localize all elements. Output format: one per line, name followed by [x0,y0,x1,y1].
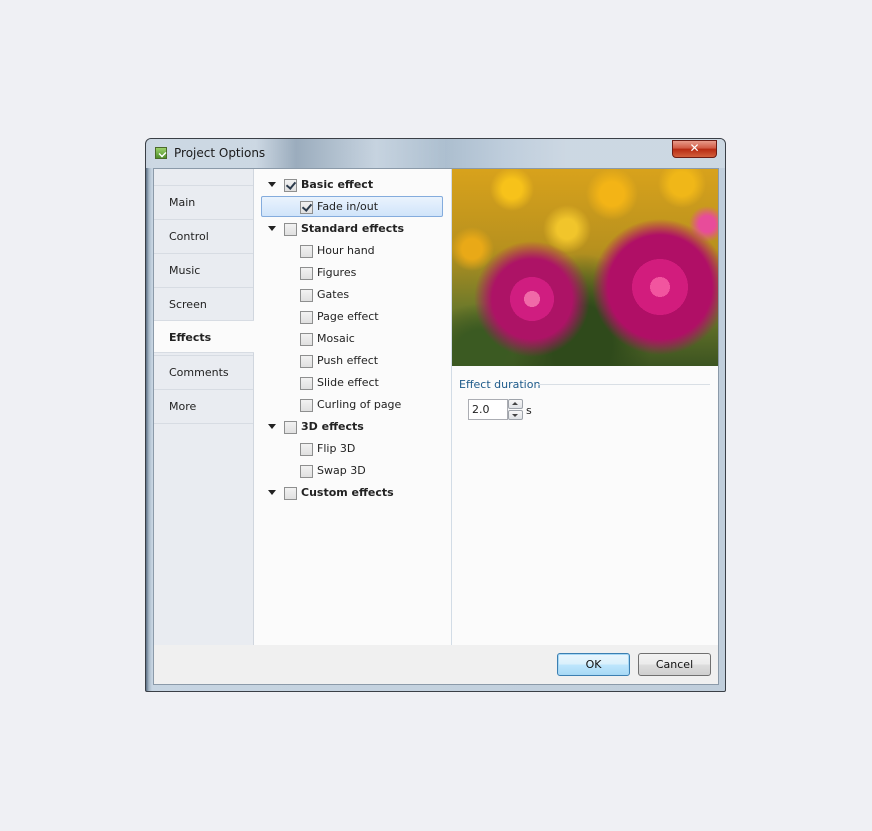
checkbox-flip-3d[interactable] [300,443,313,456]
tree-label: Fade in/out [317,200,379,213]
tree-row-standard-effects: Standard effects [254,218,451,240]
effect-duration-label: Effect duration [459,378,541,391]
ok-button[interactable]: OK [557,653,630,676]
cancel-button[interactable]: Cancel [638,653,711,676]
sidebar-item-screen[interactable]: Screen [154,287,253,320]
dialog-client-area: Main Control Music Screen Effects Commen… [153,168,719,685]
effect-duration-stepper[interactable] [508,399,523,420]
checkbox-fade-in-out[interactable] [300,201,313,214]
expander-arrow-icon[interactable] [268,490,276,495]
expander-arrow-icon[interactable] [268,424,276,429]
tree-label: Basic effect [301,178,374,191]
tree-row-page-effect[interactable]: Page effect [254,306,451,328]
close-button[interactable]: ✕ [672,140,717,158]
project-options-window: Project Options ✕ Main Control Music Scr… [145,138,726,692]
checkbox-3d-effects[interactable] [284,421,297,434]
tree-row-push-effect[interactable]: Push effect [254,350,451,372]
tree-row-basic-effect: Basic effect [254,174,451,196]
sidebar-item-effects[interactable]: Effects [154,320,254,353]
title-bar[interactable]: Project Options ✕ [146,139,725,168]
sidebar-item-main[interactable]: Main [154,185,253,218]
tree-row-3d-effects: 3D effects [254,416,451,438]
tree-row-custom-effects: Custom effects [254,482,451,504]
options-sidebar: Main Control Music Screen Effects Commen… [154,169,254,645]
effect-duration-field[interactable] [468,399,510,420]
tree-row-mosaic[interactable]: Mosaic [254,328,451,350]
checkbox-figures[interactable] [300,267,313,280]
tree-label: Custom effects [301,486,394,499]
checkbox-hour-hand[interactable] [300,245,313,258]
tree-label: 3D effects [301,420,364,433]
checkbox-basic-effect[interactable] [284,179,297,192]
checkbox-standard-effects[interactable] [284,223,297,236]
effect-preview-image [452,169,718,366]
checkbox-slide-effect[interactable] [300,377,313,390]
sidebar-item-music[interactable]: Music [154,253,253,286]
checkbox-swap-3d[interactable] [300,465,313,478]
effect-duration-input[interactable] [470,401,510,418]
group-divider [538,384,710,385]
tree-label: Flip 3D [317,442,356,455]
duration-unit-label: s [526,404,532,417]
tree-row-gates[interactable]: Gates [254,284,451,306]
checkbox-gates[interactable] [300,289,313,302]
checkbox-page-effect[interactable] [300,311,313,324]
window-title: Project Options [174,146,266,160]
sidebar-item-more[interactable]: More [154,389,253,422]
checkbox-custom-effects[interactable] [284,487,297,500]
sidebar-divider [154,423,253,424]
expander-arrow-icon[interactable] [268,182,276,187]
effect-settings-pane: Effect duration s [452,169,718,645]
tree-label: Hour hand [317,244,375,257]
checkbox-push-effect[interactable] [300,355,313,368]
tree-label: Mosaic [317,332,355,345]
checkbox-mosaic[interactable] [300,333,313,346]
tree-row-figures[interactable]: Figures [254,262,451,284]
dialog-footer: OK Cancel [154,645,718,684]
tree-row-slide-effect[interactable]: Slide effect [254,372,451,394]
tree-label: Standard effects [301,222,405,235]
expander-arrow-icon[interactable] [268,226,276,231]
tree-label: Gates [317,288,350,301]
sidebar-item-comments[interactable]: Comments [154,355,253,388]
tree-row-curling-of-page[interactable]: Curling of page [254,394,451,416]
spin-up-icon[interactable] [508,399,523,409]
checkbox-curling-of-page[interactable] [300,399,313,412]
tree-row-fade-in-out[interactable]: Fade in/out [254,196,451,218]
tree-row-hour-hand[interactable]: Hour hand [254,240,451,262]
tree-label: Push effect [317,354,379,367]
tree-label: Swap 3D [317,464,366,477]
tree-row-swap-3d[interactable]: Swap 3D [254,460,451,482]
tree-label: Slide effect [317,376,379,389]
tree-label: Curling of page [317,398,402,411]
tree-row-flip-3d[interactable]: Flip 3D [254,438,451,460]
spin-down-icon[interactable] [508,410,523,420]
sidebar-item-control[interactable]: Control [154,219,253,252]
app-icon [155,147,167,159]
tree-label: Figures [317,266,357,279]
tree-label: Page effect [317,310,379,323]
effects-tree: Basic effect Fade in/out Standard effect… [254,169,452,645]
